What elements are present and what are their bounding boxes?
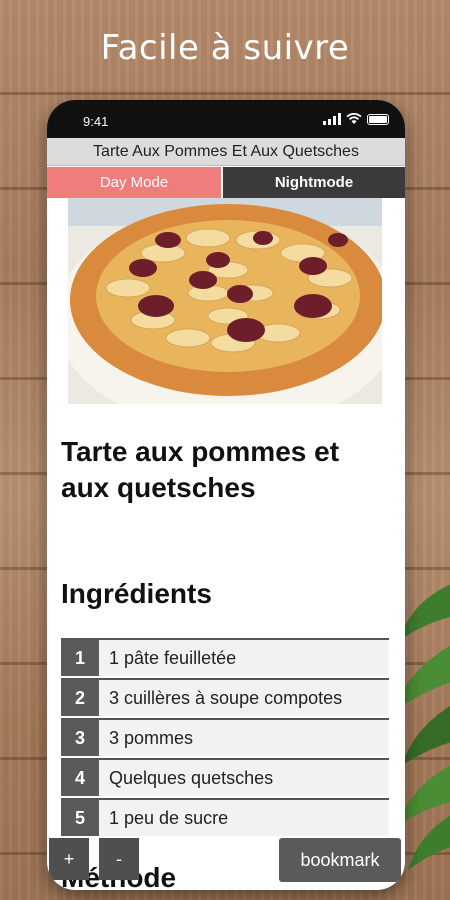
ingredient-text: 1 pâte feuilletée [109, 648, 237, 668]
ingredient-list: 1 1 pâte feuilletée 2 3 cuillères à soup… [61, 638, 389, 838]
font-decrease-button[interactable]: - [99, 838, 139, 880]
ingredient-number: 2 [61, 680, 99, 716]
mode-tabs: Day Mode Nightmode [47, 167, 405, 198]
ingredient-text: Quelques quetsches [109, 768, 274, 788]
recipe-photo [68, 198, 382, 404]
ingredient-text: 3 cuillères à soupe compotes [109, 688, 343, 708]
ingredient-text: 3 pommes [109, 728, 194, 748]
ingredients-heading: Ingrédients [61, 578, 212, 609]
wifi-icon [346, 113, 362, 124]
ingredient-row: 3 3 pommes [61, 718, 389, 756]
status-icons [323, 113, 389, 125]
bookmark-button[interactable]: bookmark [279, 838, 401, 882]
font-increase-button[interactable]: + [49, 838, 89, 880]
recipe-content[interactable]: Tarte aux pommes et aux quetsches Ingréd… [47, 198, 405, 890]
ingredient-row: 1 1 pâte feuilletée [61, 638, 389, 676]
ingredient-row: 5 1 peu de sucre [61, 798, 389, 836]
phone-notch [143, 100, 309, 130]
promo-headline: Facile à suivre [100, 28, 350, 68]
signal-icon [323, 113, 341, 125]
ingredient-row: 4 Quelques quetsches [61, 758, 389, 796]
ingredient-number: 5 [61, 800, 99, 836]
tab-day-mode[interactable]: Day Mode [47, 167, 222, 198]
recipe-title: Tarte aux pommes et aux quetsches [61, 436, 340, 503]
ingredient-text: 1 peu de sucre [109, 808, 229, 828]
ingredient-number: 3 [61, 720, 99, 756]
tart-image [68, 198, 382, 404]
tab-night-mode[interactable]: Nightmode [223, 167, 405, 198]
ingredient-row: 2 3 cuillères à soupe compotes [61, 678, 389, 716]
status-time: 9:41 [83, 114, 109, 129]
battery-icon [367, 114, 389, 125]
app-screen: 9:41 Tarte Aux Pommes Et Aux Quetsches D… [47, 100, 405, 890]
app-title-bar: Tarte Aux Pommes Et Aux Quetsches [47, 138, 405, 166]
status-bar: 9:41 [47, 100, 405, 138]
ingredient-number: 4 [61, 760, 99, 796]
ingredient-number: 1 [61, 640, 99, 676]
phone-frame: 9:41 Tarte Aux Pommes Et Aux Quetsches D… [47, 100, 405, 890]
